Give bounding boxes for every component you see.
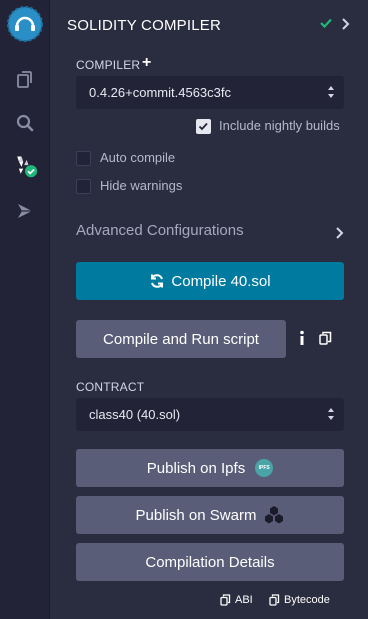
contract-label: CONTRACT <box>76 380 145 394</box>
refresh-icon <box>151 274 164 288</box>
include-nightly-label: Include nightly builds <box>219 118 340 133</box>
publish-swarm-label: Publish on Swarm <box>135 506 257 524</box>
copy-icon <box>269 594 280 606</box>
compilation-details-button[interactable]: Compilation Details <box>76 543 344 581</box>
compile-success-icon <box>319 16 333 35</box>
compile-button[interactable]: Compile 40.sol <box>76 262 344 300</box>
auto-compile-checkbox[interactable] <box>76 151 91 166</box>
contract-value: class40 (40.sol) <box>89 407 181 422</box>
select-arrows-icon <box>328 86 334 98</box>
compile-and-run-label: Compile and Run script <box>103 330 259 348</box>
compile-and-run-button[interactable]: Compile and Run script <box>76 320 286 358</box>
publish-ipfs-label: Publish on Ipfs <box>146 459 246 477</box>
deploy-run-icon[interactable] <box>12 198 38 224</box>
chevron-right-icon[interactable] <box>341 17 351 36</box>
page-title: SOLIDITY COMPILER <box>67 17 221 34</box>
copy-abi-link[interactable]: ABI <box>220 594 253 606</box>
add-compiler-icon[interactable]: + <box>142 54 151 72</box>
compiler-version-select[interactable]: 0.4.26+commit.4563c3fc <box>76 76 344 109</box>
panel-header: SOLIDITY COMPILER <box>67 17 357 37</box>
compile-button-label: Compile 40.sol <box>171 272 271 290</box>
search-icon[interactable] <box>12 110 38 136</box>
hide-warnings-checkbox[interactable] <box>76 179 91 194</box>
swarm-logo-icon <box>264 505 284 525</box>
copy-bytecode-link[interactable]: Bytecode <box>269 594 330 606</box>
contract-select[interactable]: class40 (40.sol) <box>76 398 344 431</box>
chevron-right-icon[interactable] <box>335 226 345 245</box>
abi-label: ABI <box>235 594 253 606</box>
compiler-panel: SOLIDITY COMPILER COMPILER + 0.4.26+comm… <box>51 0 368 619</box>
include-nightly-checkbox[interactable] <box>196 119 211 134</box>
copy-icon <box>220 594 231 606</box>
hide-warnings-label: Hide warnings <box>100 178 183 193</box>
auto-compile-label: Auto compile <box>100 150 176 165</box>
solidity-compiler-icon[interactable] <box>12 153 38 179</box>
compilation-details-label: Compilation Details <box>145 553 275 571</box>
publish-swarm-button[interactable]: Publish on Swarm <box>76 496 344 534</box>
checkmark-icon <box>198 122 208 131</box>
icon-rail <box>0 0 50 619</box>
ipfs-logo-icon: IPFS <box>255 459 274 477</box>
compiler-version-value: 0.4.26+commit.4563c3fc <box>89 85 231 100</box>
select-arrows-icon <box>328 408 334 420</box>
remix-logo-icon[interactable] <box>5 4 45 44</box>
info-icon[interactable] <box>298 330 306 351</box>
file-explorer-icon[interactable] <box>12 66 38 92</box>
advanced-configurations-toggle[interactable]: Advanced Configurations <box>76 222 244 239</box>
compiler-label: COMPILER <box>76 58 141 72</box>
bytecode-label: Bytecode <box>284 594 330 606</box>
publish-ipfs-button[interactable]: Publish on Ipfs IPFS <box>76 449 344 487</box>
copy-icon[interactable] <box>319 331 332 350</box>
